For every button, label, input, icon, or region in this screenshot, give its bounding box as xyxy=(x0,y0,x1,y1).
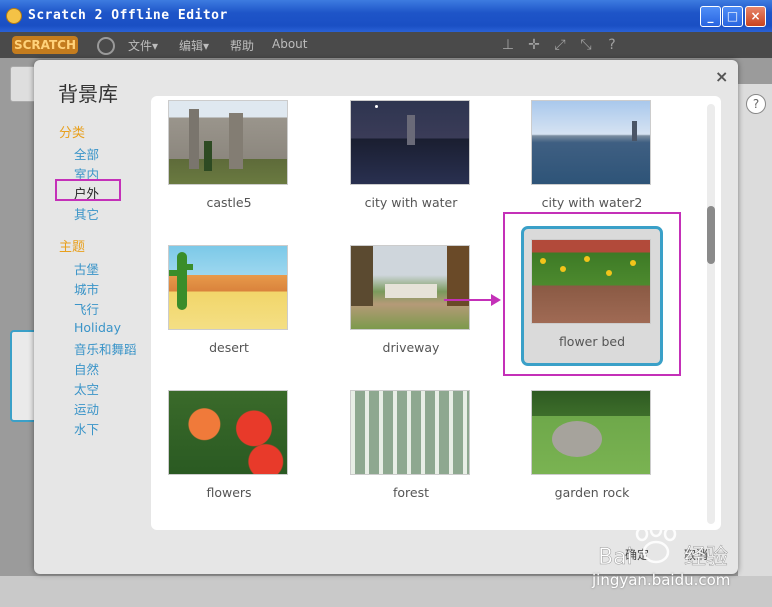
backdrop-name: garden rock xyxy=(554,485,630,500)
scrollbar-track[interactable] xyxy=(707,104,715,524)
desert-thumbnail xyxy=(168,245,288,330)
backdrop-tile[interactable]: castle5 xyxy=(168,100,290,212)
window-titlebar: Scratch 2 Offline Editor _ □ × xyxy=(0,0,772,32)
menu-help[interactable]: 帮助 xyxy=(230,37,254,54)
category-all[interactable]: 全部 xyxy=(74,144,99,163)
backdrop-name: city with water xyxy=(364,195,458,210)
backdrop-tile[interactable]: flowers xyxy=(168,390,290,502)
castle-thumbnail xyxy=(168,100,288,185)
close-icon[interactable]: × xyxy=(715,67,728,86)
theme-flying[interactable]: 飞行 xyxy=(74,299,99,318)
category-heading: 分类 xyxy=(59,126,86,141)
theme-nature[interactable]: 自然 xyxy=(74,359,99,378)
watermark-url: jingyan.baidu.com xyxy=(592,571,731,589)
theme-music-dance[interactable]: 音乐和舞蹈 xyxy=(74,339,137,358)
theme-underwater[interactable]: 水下 xyxy=(74,419,99,438)
minimize-button[interactable]: _ xyxy=(700,6,721,27)
grow-icon[interactable]: ⤢ xyxy=(552,37,568,53)
backdrop-tile[interactable]: garden rock xyxy=(531,390,653,502)
stamp-icon[interactable]: ⊥ xyxy=(500,37,516,53)
scrollbar-thumb[interactable] xyxy=(707,206,715,264)
flower-bed-annotation-box xyxy=(503,212,681,376)
theme-city[interactable]: 城市 xyxy=(74,279,99,298)
shrink-icon[interactable]: ⤡ xyxy=(578,37,594,53)
backdrop-name: flowers xyxy=(206,485,252,500)
backdrop-tile[interactable]: driveway xyxy=(350,245,472,357)
garden-rock-thumbnail xyxy=(531,390,651,475)
backdrop-name: desert xyxy=(209,340,249,355)
menu-edit[interactable]: 编辑▾ xyxy=(179,37,209,54)
flowers-thumbnail xyxy=(168,390,288,475)
window-title: Scratch 2 Offline Editor xyxy=(28,8,228,23)
scratch-logo[interactable]: SCRATCH xyxy=(12,36,78,54)
backdrop-tile[interactable]: forest xyxy=(350,390,472,502)
theme-castle[interactable]: 古堡 xyxy=(74,259,99,278)
backdrop-name: castle5 xyxy=(206,195,252,210)
globe-icon[interactable] xyxy=(97,37,115,55)
theme-heading: 主题 xyxy=(59,240,86,255)
backdrop-tile[interactable]: city with water2 xyxy=(531,100,653,212)
backdrop-name: driveway xyxy=(382,340,440,355)
question-icon[interactable]: ? xyxy=(746,94,766,114)
scratch-menubar: SCRATCH 文件▾ 编辑▾ 帮助 About ⊥ ✛ ⤢ ⤡ ? xyxy=(0,32,772,58)
annotation-arrow-line xyxy=(444,299,492,301)
backdrop-name: forest xyxy=(392,485,430,500)
menu-file[interactable]: 文件▾ xyxy=(128,37,158,54)
backdrop-tile[interactable]: desert xyxy=(168,245,290,357)
menu-about[interactable]: About xyxy=(272,37,307,51)
window-close-button[interactable]: × xyxy=(745,6,766,27)
city-water2-thumbnail xyxy=(531,100,651,185)
move-icon[interactable]: ✛ xyxy=(526,37,542,53)
svg-text:经验: 经验 xyxy=(684,545,728,570)
help-tool-icon[interactable]: ? xyxy=(604,37,620,53)
maximize-button[interactable]: □ xyxy=(722,6,743,27)
backdrop-library-dialog: 背景库 × 分类 全部 室内 户外 其它 主题 古堡 城市 飞行 Holiday… xyxy=(34,60,738,574)
category-other[interactable]: 其它 xyxy=(74,204,99,223)
backdrop-tile[interactable]: city with water xyxy=(350,100,472,212)
theme-sports[interactable]: 运动 xyxy=(74,399,99,418)
selected-category-annotation xyxy=(55,179,121,201)
backdrop-grid: castle5 city with water city with water2… xyxy=(151,96,721,530)
forest-thumbnail xyxy=(350,390,470,475)
theme-space[interactable]: 太空 xyxy=(74,379,99,398)
driveway-thumbnail xyxy=(350,245,470,330)
annotation-arrow-head xyxy=(491,294,501,306)
svg-text:Bai: Bai xyxy=(598,545,633,570)
theme-holiday[interactable]: Holiday xyxy=(74,320,121,335)
scratch-cat-icon xyxy=(6,8,22,24)
backdrop-name: city with water2 xyxy=(541,195,643,210)
dialog-title: 背景库 xyxy=(58,82,118,106)
city-water-thumbnail xyxy=(350,100,470,185)
